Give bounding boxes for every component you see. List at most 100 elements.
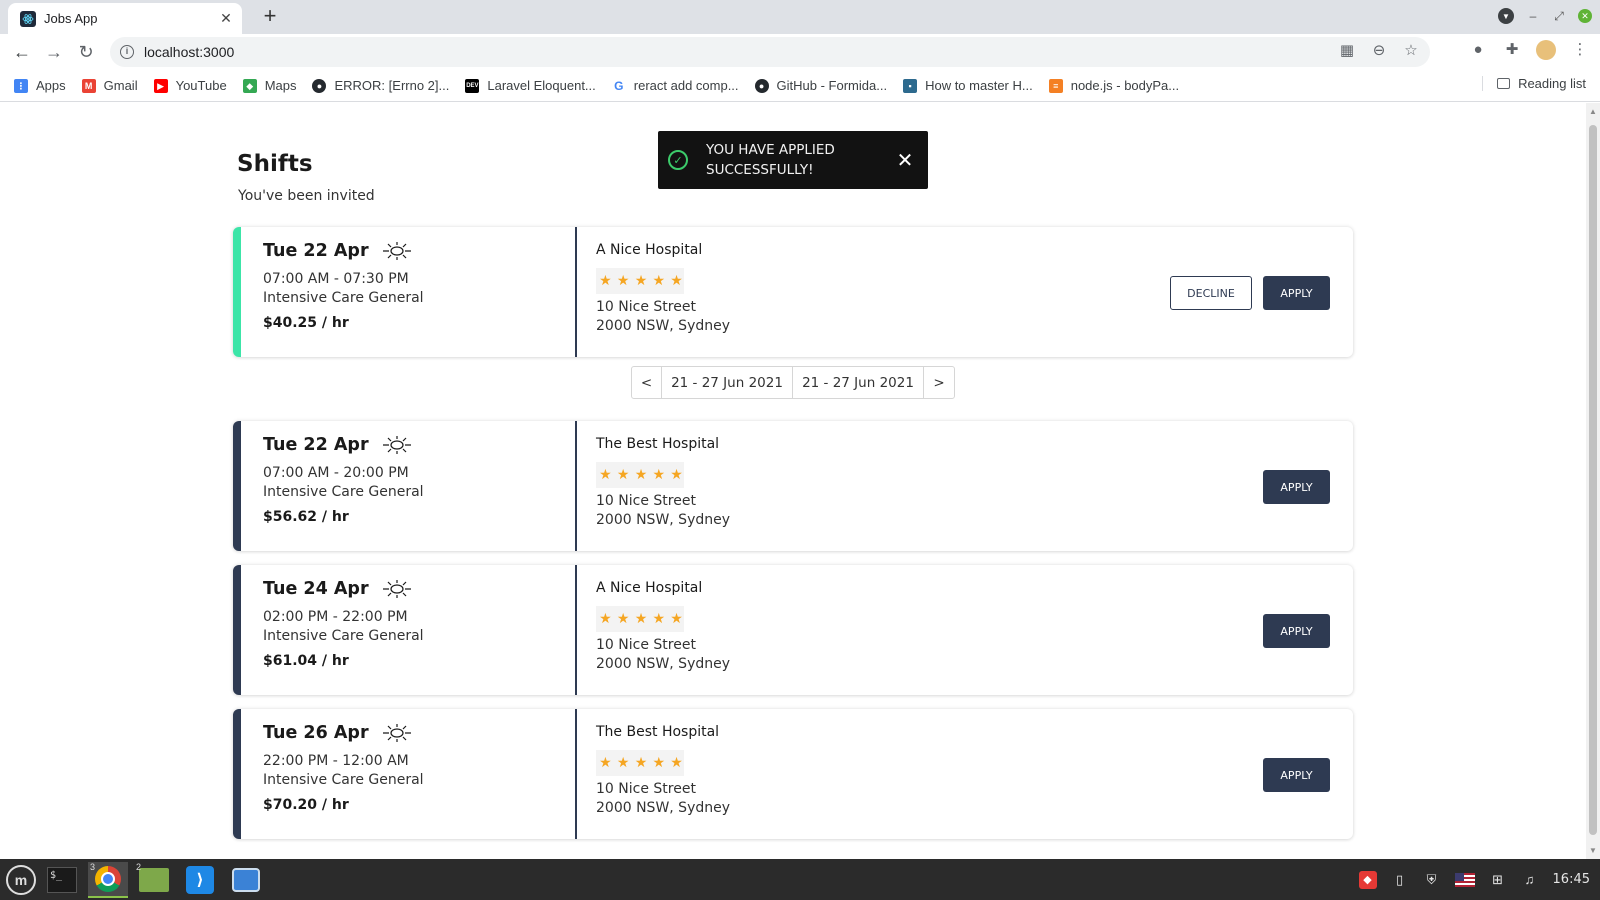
browser-tab[interactable]: Jobs App ✕ (8, 3, 242, 34)
shift-ward: Intensive Care General (263, 628, 424, 644)
card-divider (575, 227, 577, 357)
shift-date: Tue 22 Apr (263, 435, 563, 455)
bookmark-star-icon[interactable]: ☆ (1402, 42, 1420, 60)
sun-icon (382, 724, 411, 742)
card-accent-bar (233, 565, 241, 695)
star-icon: ★ (652, 467, 666, 483)
keyboard-layout-flag-icon[interactable] (1454, 872, 1475, 887)
files-app[interactable]: 2 (134, 862, 174, 898)
star-icon: ★ (652, 611, 666, 627)
card-divider (575, 565, 577, 695)
bookmarks-bar: ⋮ Apps M Gmail ▶ YouTube ◆ Maps ● ERROR: [Err… (0, 70, 1600, 102)
mint-menu-icon[interactable]: m (6, 864, 36, 895)
new-tab-icon[interactable]: + (258, 5, 282, 29)
back-icon[interactable]: ← (6, 36, 38, 68)
next-week-button[interactable]: > (924, 367, 954, 398)
youtube-icon: ▶ (153, 78, 168, 93)
tab-close-icon[interactable]: ✕ (218, 10, 234, 27)
chrome-app[interactable]: 3 (88, 861, 128, 898)
screenshot-app[interactable] (226, 862, 266, 898)
profile-avatar[interactable] (1536, 40, 1556, 60)
system-tray: ◆ ▯ ⛨ ⊞ ♫ 16:45 (1358, 859, 1590, 900)
maximize-icon[interactable]: ⤢ (1552, 9, 1566, 24)
address-bar[interactable]: i localhost:3000 ▦ ⊖ ☆ (110, 37, 1430, 67)
address-street: 10 Nice Street (596, 637, 696, 653)
card-accent-bar (233, 421, 241, 551)
site-icon: ▪ (903, 78, 918, 93)
reload-icon[interactable]: ↻ (70, 36, 102, 68)
github-icon: ● (312, 78, 327, 93)
camera-icon (232, 867, 260, 892)
extension-record-icon[interactable]: ● (1468, 40, 1488, 60)
bookmark-google-react[interactable]: Greract add comp... (611, 78, 739, 93)
scroll-up-icon[interactable]: ▲ (1589, 107, 1597, 116)
shift-card: Tue 26 Apr 22:00 PM - 12:00 AM Intensive… (233, 709, 1353, 839)
decline-button[interactable]: DECLINE (1170, 276, 1252, 310)
apply-button[interactable]: APPLY (1263, 276, 1330, 310)
extensions-puzzle-icon[interactable]: ✚ (1502, 40, 1522, 60)
tab-title: Jobs App (44, 11, 98, 26)
apply-button[interactable]: APPLY (1263, 470, 1330, 504)
bookmark-github-errno[interactable]: ● ERROR: [Errno 2]... (312, 78, 449, 93)
apply-button[interactable]: APPLY (1263, 614, 1330, 648)
qr-code-icon[interactable]: ▦ (1338, 42, 1356, 60)
shift-time: 02:00 PM - 22:00 PM (263, 609, 408, 625)
apply-button[interactable]: APPLY (1263, 758, 1330, 792)
toast-close-icon[interactable]: ✕ (896, 148, 914, 173)
forward-icon[interactable]: → (38, 36, 70, 68)
shift-date: Tue 24 Apr (263, 579, 563, 599)
bookmark-how-to-master[interactable]: ▪ How to master H... (903, 78, 1033, 93)
bookmark-github-formidable[interactable]: ● GitHub - Formida... (754, 78, 887, 93)
url-text[interactable]: localhost:3000 (144, 44, 234, 60)
clock[interactable]: 16:45 (1553, 872, 1590, 887)
minimize-icon[interactable]: – (1526, 9, 1540, 23)
bookmark-youtube[interactable]: ▶ YouTube (153, 78, 227, 93)
anydesk-icon[interactable]: ◆ (1358, 870, 1377, 889)
toast-message: YOU HAVE APPLIED SUCCESSFULLY! (706, 142, 835, 178)
apps-grid-icon: ⋮ (14, 78, 28, 93)
bookmark-maps[interactable]: ◆ Maps (242, 78, 296, 93)
vscode-icon: ⟩ (186, 865, 214, 894)
address-street: 10 Nice Street (596, 493, 696, 509)
star-icon: ★ (599, 273, 612, 289)
reading-list-icon (1497, 78, 1511, 89)
vscode-app[interactable]: ⟩ (180, 862, 220, 898)
shield-icon[interactable]: ⛨ (1423, 871, 1441, 889)
shift-ward: Intensive Care General (263, 772, 424, 788)
reading-list-button[interactable]: Reading list (1482, 76, 1586, 91)
prev-week-button[interactable]: < (632, 367, 662, 398)
window-controls: ▼ – ⤢ ✕ (1498, 8, 1592, 24)
page-scrollbar[interactable]: ▲ ▼ (1586, 103, 1600, 859)
hospital-name: A Nice Hospital (596, 580, 703, 596)
shift-date: Tue 26 Apr (263, 723, 563, 743)
week-range-next[interactable]: 21 - 27 Jun 2021 (793, 367, 924, 398)
update-manager-icon[interactable]: ▯ (1391, 871, 1409, 889)
sound-icon[interactable]: ♫ (1521, 871, 1539, 889)
bookmark-gmail[interactable]: M Gmail (81, 78, 138, 93)
network-icon[interactable]: ⊞ (1489, 871, 1507, 889)
zoom-icon[interactable]: ⊖ (1370, 42, 1388, 60)
scroll-down-icon[interactable]: ▼ (1589, 846, 1597, 855)
sun-icon (382, 580, 411, 598)
terminal-icon: $_ (47, 866, 77, 893)
browser-toolbar: ← → ↻ i localhost:3000 ▦ ⊖ ☆ ● ✚ ⋮ (0, 34, 1600, 70)
star-icon: ★ (634, 273, 648, 289)
dev-icon: DEV (465, 78, 480, 93)
window-close-icon[interactable]: ✕ (1578, 9, 1592, 23)
bookmark-apps[interactable]: ⋮ Apps (14, 78, 66, 93)
bookmark-nodejs-bodyparser[interactable]: ≡ node.js - bodyPa... (1048, 78, 1179, 93)
star-icon: ★ (670, 467, 683, 483)
terminal-app[interactable]: $_ (42, 862, 82, 898)
address-city: 2000 NSW, Sydney (596, 656, 731, 672)
scrollbar-thumb[interactable] (1589, 125, 1597, 835)
browser-menu-icon[interactable]: ⋮ (1570, 40, 1590, 60)
tab-search-icon[interactable]: ▼ (1498, 8, 1514, 24)
shift-ward: Intensive Care General (263, 290, 424, 306)
star-icon: ★ (599, 755, 612, 771)
site-info-icon[interactable]: i (120, 45, 134, 59)
card-accent-bar (233, 227, 241, 357)
page-subtitle: You've been invited (238, 188, 375, 204)
bookmark-laravel[interactable]: DEV Laravel Eloquent... (465, 78, 596, 93)
week-range-current[interactable]: 21 - 27 Jun 2021 (662, 367, 793, 398)
hospital-name: The Best Hospital (596, 436, 720, 452)
